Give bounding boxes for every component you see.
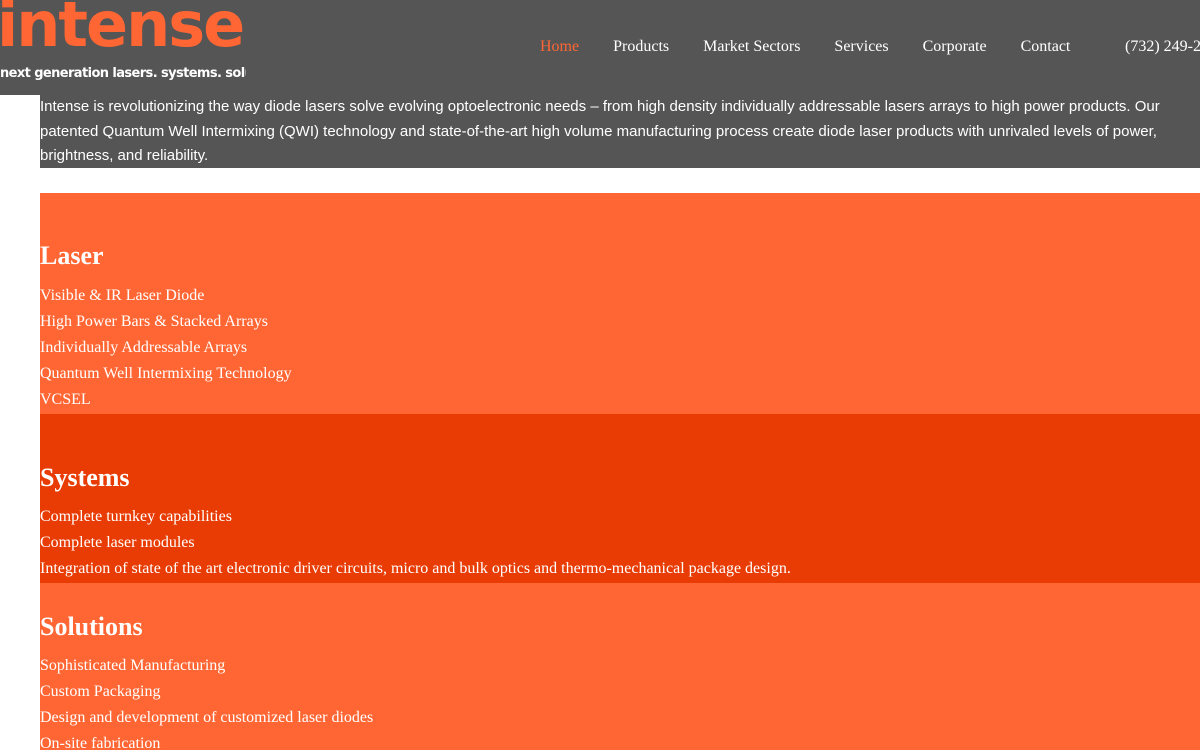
systems-item[interactable]: Integration of state of the art electron… [40, 556, 791, 582]
solutions-heading: Solutions [40, 612, 143, 641]
logo-tagline: next generation lasers. systems. solutio… [0, 66, 246, 81]
logo-wordmark: intense [0, 0, 245, 61]
nav-home[interactable]: Home [540, 38, 579, 60]
laser-heading: Laser [40, 241, 104, 270]
laser-list: Visible & IR Laser Diode High Power Bars… [40, 283, 292, 413]
nav-contact[interactable]: Contact [1021, 38, 1071, 60]
nav-corporate[interactable]: Corporate [923, 38, 987, 60]
main-nav: Home Products Market Sectors Services Co… [540, 38, 1070, 60]
solutions-item[interactable]: Sophisticated Manufacturing [40, 653, 373, 679]
systems-item[interactable]: Complete laser modules [40, 530, 791, 556]
nav-products[interactable]: Products [613, 38, 669, 60]
laser-item[interactable]: Quantum Well Intermixing Technology [40, 361, 292, 387]
laser-item[interactable]: High Power Bars & Stacked Arrays [40, 309, 292, 335]
laser-item[interactable]: VCSEL [40, 387, 292, 413]
solutions-item[interactable]: Design and development of customized las… [40, 705, 373, 731]
solutions-list: Sophisticated Manufacturing Custom Packa… [40, 653, 373, 750]
systems-section: Systems Complete turnkey capabilities Co… [40, 414, 1200, 583]
systems-list: Complete turnkey capabilities Complete l… [40, 504, 791, 582]
phone-number[interactable]: (732) 249-2228 [1125, 38, 1200, 56]
solutions-item[interactable]: Custom Packaging [40, 679, 373, 705]
intro-text: Intense is revolutionizing the way diode… [40, 95, 1200, 168]
systems-heading: Systems [40, 463, 130, 492]
solutions-item[interactable]: On-site fabrication [40, 731, 373, 750]
laser-item[interactable]: Visible & IR Laser Diode [40, 283, 292, 309]
nav-services[interactable]: Services [834, 38, 888, 60]
solutions-section: Solutions Sophisticated Manufacturing Cu… [40, 583, 1200, 750]
nav-market-sectors[interactable]: Market Sectors [703, 38, 800, 60]
systems-item[interactable]: Complete turnkey capabilities [40, 504, 791, 530]
site-header: intense next generation lasers. systems.… [0, 0, 1200, 95]
laser-section: Laser Visible & IR Laser Diode High Powe… [40, 193, 1200, 414]
laser-item[interactable]: Individually Addressable Arrays [40, 335, 292, 361]
